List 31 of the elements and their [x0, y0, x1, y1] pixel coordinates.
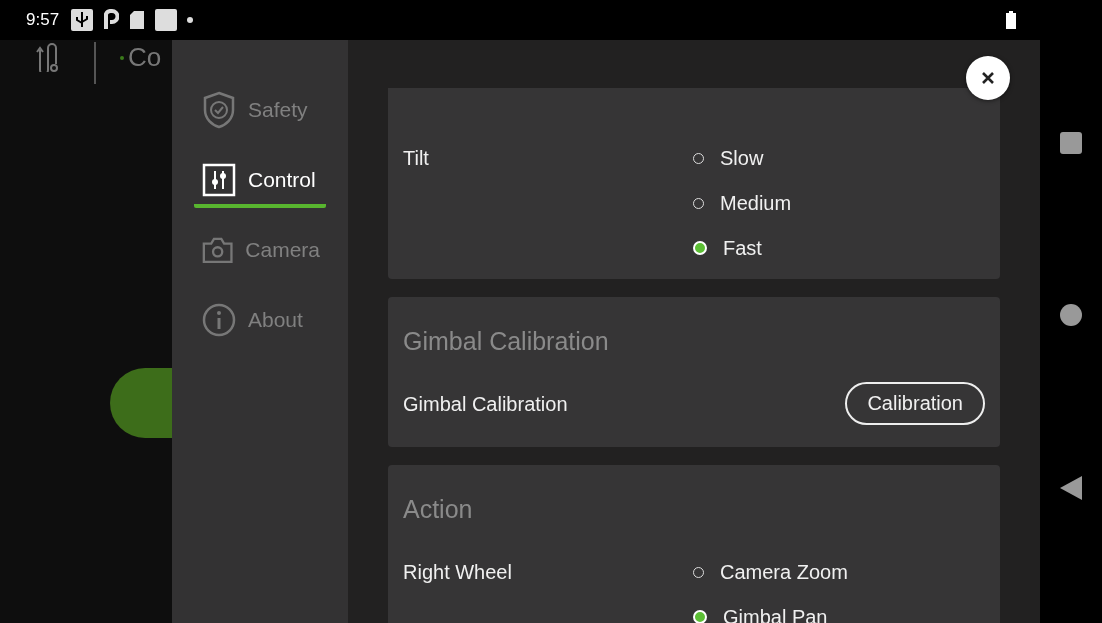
parking-icon: [103, 9, 120, 31]
app-title: Co: [128, 42, 162, 72]
sliders-icon: [202, 163, 236, 197]
back-icon: [1060, 476, 1082, 500]
option-label[interactable]: Camera Zoom: [720, 560, 848, 584]
info-icon: [202, 303, 236, 337]
route-icon: [36, 42, 58, 72]
camera-icon: [202, 235, 234, 265]
shield-check-icon: [202, 91, 236, 129]
close-button[interactable]: [966, 56, 1010, 100]
section-title: Action: [403, 495, 474, 524]
sd-card-icon: [129, 10, 146, 30]
option-label[interactable]: Gimbal Pan: [723, 605, 828, 623]
setting-label: Right Wheel: [403, 560, 513, 584]
dot-icon: [187, 17, 194, 23]
square-notification-icon: [155, 9, 178, 31]
section-title: Gimbal Calibration: [403, 327, 610, 356]
recents-icon: [1060, 132, 1082, 154]
setting-label: Tilt: [403, 146, 430, 170]
option-label[interactable]: Medium: [720, 191, 792, 215]
calibration-button[interactable]: Calibration: [845, 382, 985, 425]
battery-icon: [1006, 11, 1016, 29]
status-dot: [120, 56, 124, 60]
status-time: 9:57: [26, 10, 60, 30]
setting-label: Gimbal Calibration: [403, 392, 569, 416]
close-icon: [981, 71, 995, 85]
home-icon: [1060, 304, 1082, 326]
option-label[interactable]: Fast: [723, 236, 762, 260]
option-label[interactable]: Slow: [720, 146, 764, 170]
sidebar-tab[interactable]: Control: [194, 162, 326, 208]
usb-icon: [71, 9, 94, 31]
